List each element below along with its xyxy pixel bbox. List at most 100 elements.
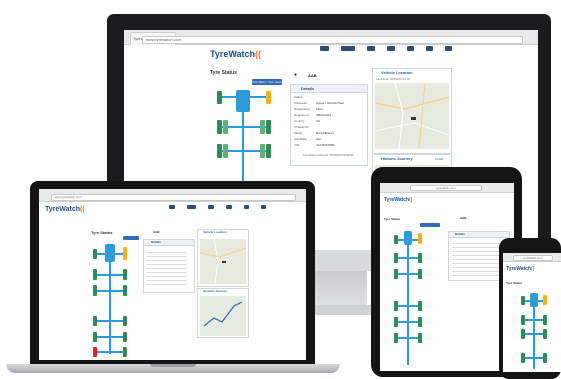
nav-item-alerts[interactable] bbox=[407, 46, 414, 51]
tyrewatch-logo: TyreWatch(( bbox=[384, 197, 413, 203]
nav-item-reports[interactable] bbox=[367, 46, 375, 51]
front-axle bbox=[525, 300, 543, 302]
vehicle-id: AAB bbox=[460, 216, 467, 220]
page-title: Tyre Status bbox=[506, 281, 523, 285]
nav-item-user[interactable] bbox=[445, 46, 452, 51]
alert-icon bbox=[407, 46, 414, 51]
tyre-a2-r[interactable] bbox=[123, 269, 127, 280]
tyre-a3-r[interactable] bbox=[123, 285, 127, 296]
tyre-t2-r[interactable] bbox=[418, 317, 422, 327]
url-bar[interactable]: www.tyrewatch.com bbox=[51, 194, 296, 201]
tyre-icon bbox=[226, 205, 232, 209]
location-map[interactable] bbox=[375, 83, 449, 149]
tyre-a2-r1[interactable] bbox=[260, 120, 265, 134]
vehicle-icon: ● bbox=[294, 72, 298, 78]
url-bar[interactable]: tyrewatch.com bbox=[410, 185, 482, 191]
tyre-report-button[interactable]: Tyre Warn / Tyre report bbox=[252, 79, 282, 85]
tyre-front-right[interactable] bbox=[123, 247, 127, 260]
trailer-axle-1 bbox=[398, 305, 418, 307]
trailer-axle-3 bbox=[97, 351, 123, 353]
page-title: Tyre Status bbox=[91, 230, 113, 235]
journey-map[interactable] bbox=[200, 296, 246, 336]
tyre-icon bbox=[387, 46, 395, 51]
nav-item-vehicles[interactable] bbox=[169, 205, 175, 209]
location-title: Vehicle Location bbox=[203, 230, 227, 234]
tyre-a2-l2[interactable] bbox=[223, 120, 228, 134]
alert-icon bbox=[244, 205, 249, 209]
tyre-a3-r2[interactable] bbox=[266, 144, 271, 158]
truck-icon bbox=[169, 205, 175, 209]
journey-title: Historic Journey bbox=[203, 289, 227, 293]
details-panel: Details Status Odometer Actual / Vehicle … bbox=[290, 84, 368, 166]
top-nav bbox=[320, 46, 452, 51]
tyre-a3-r1[interactable] bbox=[260, 144, 265, 158]
cab-icon bbox=[236, 90, 250, 112]
tyre-t1-r[interactable] bbox=[543, 353, 547, 363]
axle-3 bbox=[398, 273, 418, 275]
phone-screen: tyrewatch.com TyreWatch(( Tyre Status bbox=[503, 253, 561, 372]
front-axle bbox=[398, 239, 418, 241]
nav-item-settings[interactable] bbox=[261, 205, 266, 209]
url-bar[interactable]: tyrewatch.com bbox=[513, 255, 553, 261]
nav-item-fleet[interactable] bbox=[187, 205, 196, 209]
tyre-a3-r[interactable] bbox=[543, 329, 547, 339]
tyre-t3-r[interactable] bbox=[418, 333, 422, 343]
tyre-a3-r[interactable] bbox=[418, 269, 422, 279]
gear-icon bbox=[261, 205, 266, 209]
tyre-t1-r[interactable] bbox=[123, 316, 127, 326]
vehicle-id: AAB bbox=[153, 230, 160, 234]
journey-load-link[interactable]: LOAD bbox=[435, 157, 443, 161]
tyre-report-button[interactable] bbox=[123, 236, 139, 240]
tyre-a2-l1[interactable] bbox=[217, 120, 222, 134]
detail-row: Model Bored/Bronze bbox=[294, 131, 335, 135]
details-title: Details bbox=[449, 232, 509, 238]
detail-row: Registration Fleet bbox=[294, 107, 323, 111]
tyre-front-right[interactable] bbox=[418, 233, 422, 244]
tyre-a2-r2[interactable] bbox=[266, 120, 271, 134]
detail-row: VIN 01234567890 bbox=[294, 143, 335, 147]
nav-item-fleet[interactable] bbox=[341, 46, 355, 51]
tyre-t3-r[interactable] bbox=[123, 347, 127, 357]
nav-item-tyres[interactable] bbox=[226, 205, 232, 209]
nav-item-tyres[interactable] bbox=[387, 46, 395, 51]
truck-icon bbox=[320, 46, 329, 51]
fleet-icon bbox=[341, 46, 355, 51]
browser-toolbar: www.tyrewatch.com bbox=[39, 189, 306, 202]
page-title: Tyre Status bbox=[384, 217, 401, 221]
axle-2 bbox=[525, 319, 543, 321]
nav-item-reports[interactable] bbox=[208, 205, 214, 209]
tyre-report-button[interactable] bbox=[420, 223, 440, 227]
detail-row: Status bbox=[294, 95, 303, 99]
nav-item-settings[interactable] bbox=[426, 46, 433, 51]
journey-route bbox=[203, 301, 243, 327]
page-title: Tyre Status bbox=[210, 70, 237, 76]
last-update-text: Last data collected: 00/00/00 00:00:00 bbox=[303, 153, 354, 157]
tyre-front-right[interactable] bbox=[266, 91, 271, 104]
tyre-a2-r[interactable] bbox=[543, 315, 547, 325]
url-bar[interactable]: www.tyrewatch.com bbox=[142, 36, 523, 44]
tyre-t2-r[interactable] bbox=[123, 332, 127, 342]
tyre-t1-r[interactable] bbox=[418, 301, 422, 311]
trailer-axle-2 bbox=[398, 321, 418, 323]
laptop-screen: www.tyrewatch.com TyreWatch(( Tyre Statu… bbox=[39, 189, 306, 360]
user-icon bbox=[445, 46, 452, 51]
tyre-a2-r[interactable] bbox=[418, 253, 422, 263]
tyre-a3-l1[interactable] bbox=[217, 144, 222, 158]
front-axle bbox=[222, 96, 266, 98]
tyre-front-left[interactable] bbox=[217, 91, 222, 104]
tyre-front-right[interactable] bbox=[543, 295, 547, 305]
tyre-a3-l2[interactable] bbox=[223, 144, 228, 158]
detail-row: Axle/Rear 4x2 bbox=[294, 137, 321, 141]
nav-item-vehicles[interactable] bbox=[320, 46, 329, 51]
details-panel: Details bbox=[143, 239, 195, 293]
tyrewatch-logo: TyreWatch(( bbox=[210, 49, 262, 59]
details-rows bbox=[452, 240, 502, 276]
map-roads bbox=[375, 83, 449, 149]
trailer-axle-3 bbox=[398, 337, 418, 339]
nav-item-alerts[interactable] bbox=[244, 205, 249, 209]
historic-journey-card: Historic Journey bbox=[197, 288, 249, 338]
location-map[interactable] bbox=[200, 239, 246, 284]
tyrewatch-logo: TyreWatch(( bbox=[506, 266, 535, 272]
details-rows bbox=[147, 249, 187, 287]
vehicle-location-card: Vehicle Location bbox=[197, 229, 249, 287]
